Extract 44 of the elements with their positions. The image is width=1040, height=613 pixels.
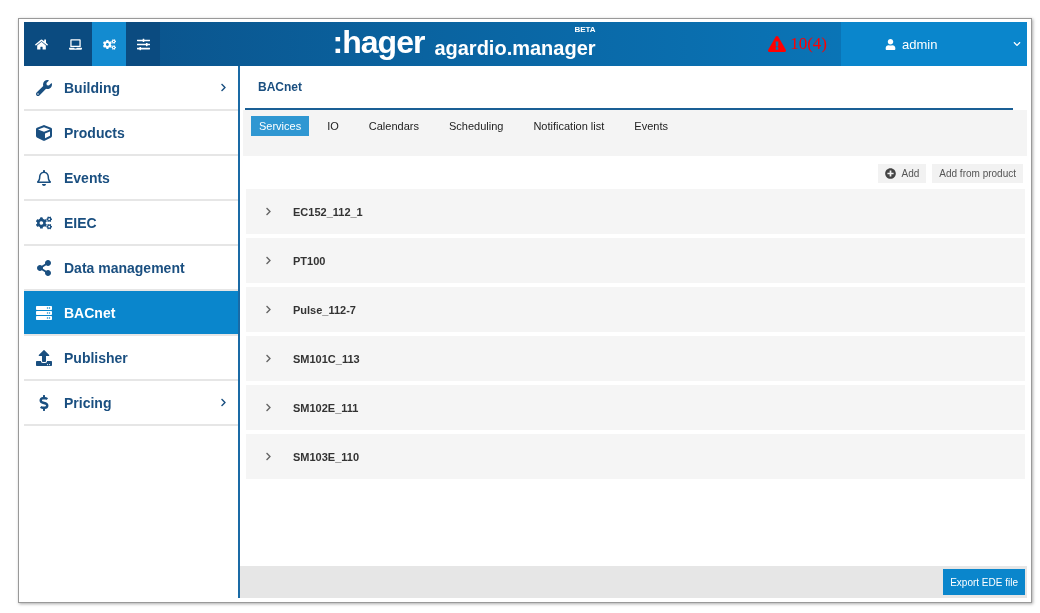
service-row[interactable]: SM101C_113 bbox=[246, 336, 1025, 381]
share-icon bbox=[36, 259, 52, 276]
tab[interactable]: IO bbox=[319, 116, 347, 136]
add-from-product-button[interactable]: Add from product bbox=[932, 164, 1023, 183]
user-menu[interactable]: admin bbox=[841, 22, 1027, 66]
warning-icon bbox=[768, 35, 787, 53]
tab[interactable]: Notification list bbox=[525, 116, 613, 136]
home-icon bbox=[34, 37, 48, 51]
service-name: SM103E_110 bbox=[293, 450, 360, 463]
gears-icon bbox=[36, 214, 52, 231]
export-button[interactable]: Export EDE file bbox=[943, 569, 1025, 595]
tab[interactable]: Events bbox=[626, 116, 676, 136]
server-icon bbox=[36, 304, 52, 321]
logo: :hager bbox=[332, 26, 425, 58]
gears-icon bbox=[102, 37, 116, 51]
sidebar-item[interactable]: BACnet bbox=[24, 291, 238, 336]
service-row[interactable]: PT100 bbox=[246, 238, 1025, 283]
service-row[interactable]: SM102E_111 bbox=[246, 385, 1025, 430]
caret-icon bbox=[1013, 40, 1021, 48]
nav-button[interactable] bbox=[126, 22, 160, 66]
nav-button[interactable] bbox=[24, 22, 58, 66]
product-name: agardio.manager bbox=[434, 38, 596, 58]
laptop-icon bbox=[68, 37, 82, 51]
cube-icon bbox=[36, 124, 52, 141]
plus-icon bbox=[885, 168, 897, 179]
nav-button[interactable] bbox=[58, 22, 92, 66]
nav-button[interactable] bbox=[92, 22, 126, 66]
upload-icon bbox=[36, 349, 52, 366]
wrench-icon bbox=[36, 79, 52, 96]
tab[interactable]: Calendars bbox=[360, 116, 427, 136]
bell-icon bbox=[36, 169, 52, 186]
service-row[interactable]: Pulse_112-7 bbox=[246, 287, 1025, 332]
service-name: PT100 bbox=[293, 254, 326, 267]
service-name: EC152_112_1 bbox=[293, 205, 363, 218]
user-icon bbox=[885, 38, 896, 50]
sliders-icon bbox=[136, 37, 150, 51]
service-row[interactable]: SM103E_110 bbox=[246, 434, 1025, 479]
tab[interactable]: Scheduling bbox=[440, 116, 512, 136]
service-name: Pulse_112-7 bbox=[293, 303, 356, 316]
service-name: SM101C_113 bbox=[293, 352, 360, 365]
service-row[interactable]: EC152_112_1 bbox=[246, 189, 1025, 234]
service-name: SM102E_111 bbox=[293, 401, 359, 414]
beta-label: BETA bbox=[574, 25, 596, 34]
add-button[interactable]: Add bbox=[878, 164, 927, 183]
